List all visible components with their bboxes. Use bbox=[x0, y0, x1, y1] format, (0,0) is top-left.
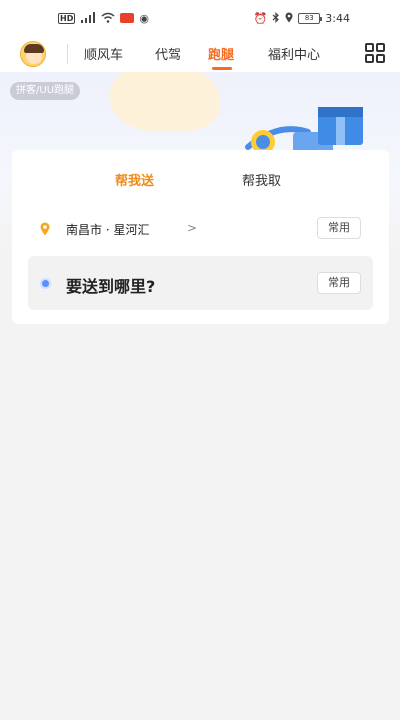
service-provider-tag: 拼客/UU跑腿 bbox=[10, 82, 81, 100]
user-avatar[interactable] bbox=[20, 41, 46, 67]
signal-icon bbox=[80, 11, 96, 25]
status-time: 3:44 bbox=[325, 11, 350, 25]
status-right: ⏰ 83 3:44 bbox=[254, 12, 350, 25]
nav-divider bbox=[67, 44, 68, 64]
tab-carpool[interactable]: 顺风车 bbox=[84, 44, 123, 63]
top-navigation: 顺风车 代驾 跑腿 福利中心 bbox=[0, 36, 400, 72]
hd-icon: HD bbox=[58, 12, 76, 24]
status-bar: HD ◉ ⏰ 83 3:44 bbox=[0, 0, 400, 36]
gps-icon bbox=[285, 12, 293, 25]
pickup-location-text: 南昌市 · 星河汇 bbox=[66, 223, 150, 237]
chevron-right-icon: > bbox=[187, 221, 198, 235]
status-left: HD ◉ bbox=[58, 11, 149, 25]
tab-send-for-me[interactable]: 帮我送 bbox=[115, 170, 154, 189]
common-address-to-button[interactable]: 常用 bbox=[317, 272, 361, 294]
avatar-hair bbox=[24, 44, 44, 53]
pickup-location-row[interactable]: 南昌市 · 星河汇 > bbox=[40, 220, 362, 240]
tab-pick-up-for-me[interactable]: 帮我取 bbox=[242, 170, 281, 189]
grid-menu-icon[interactable] bbox=[365, 43, 385, 63]
destination-placeholder: 要送到哪里? bbox=[66, 277, 156, 296]
tab-errand[interactable]: 跑腿 bbox=[208, 44, 234, 63]
alarm-icon: ⏰ bbox=[253, 11, 268, 25]
errand-card: 帮我送 帮我取 南昌市 · 星河汇 > 常用 要送到哪里? 常用 bbox=[12, 150, 389, 324]
bluetooth-icon bbox=[272, 11, 280, 25]
active-tab-indicator bbox=[212, 67, 232, 70]
common-address-from-button[interactable]: 常用 bbox=[317, 217, 361, 239]
location-status-icon: ◉ bbox=[139, 11, 149, 25]
app-notification-icon bbox=[120, 13, 135, 23]
wifi-icon bbox=[101, 12, 115, 25]
destination-dot-icon bbox=[40, 278, 51, 289]
tab-welfare-center[interactable]: 福利中心 bbox=[268, 44, 320, 63]
battery-icon: 83 bbox=[298, 12, 323, 24]
banner-decoration bbox=[110, 72, 220, 132]
tab-designated-driver[interactable]: 代驾 bbox=[155, 44, 181, 63]
destination-input-box[interactable]: 要送到哪里? 常用 bbox=[28, 256, 373, 310]
location-pin-icon bbox=[40, 222, 50, 236]
